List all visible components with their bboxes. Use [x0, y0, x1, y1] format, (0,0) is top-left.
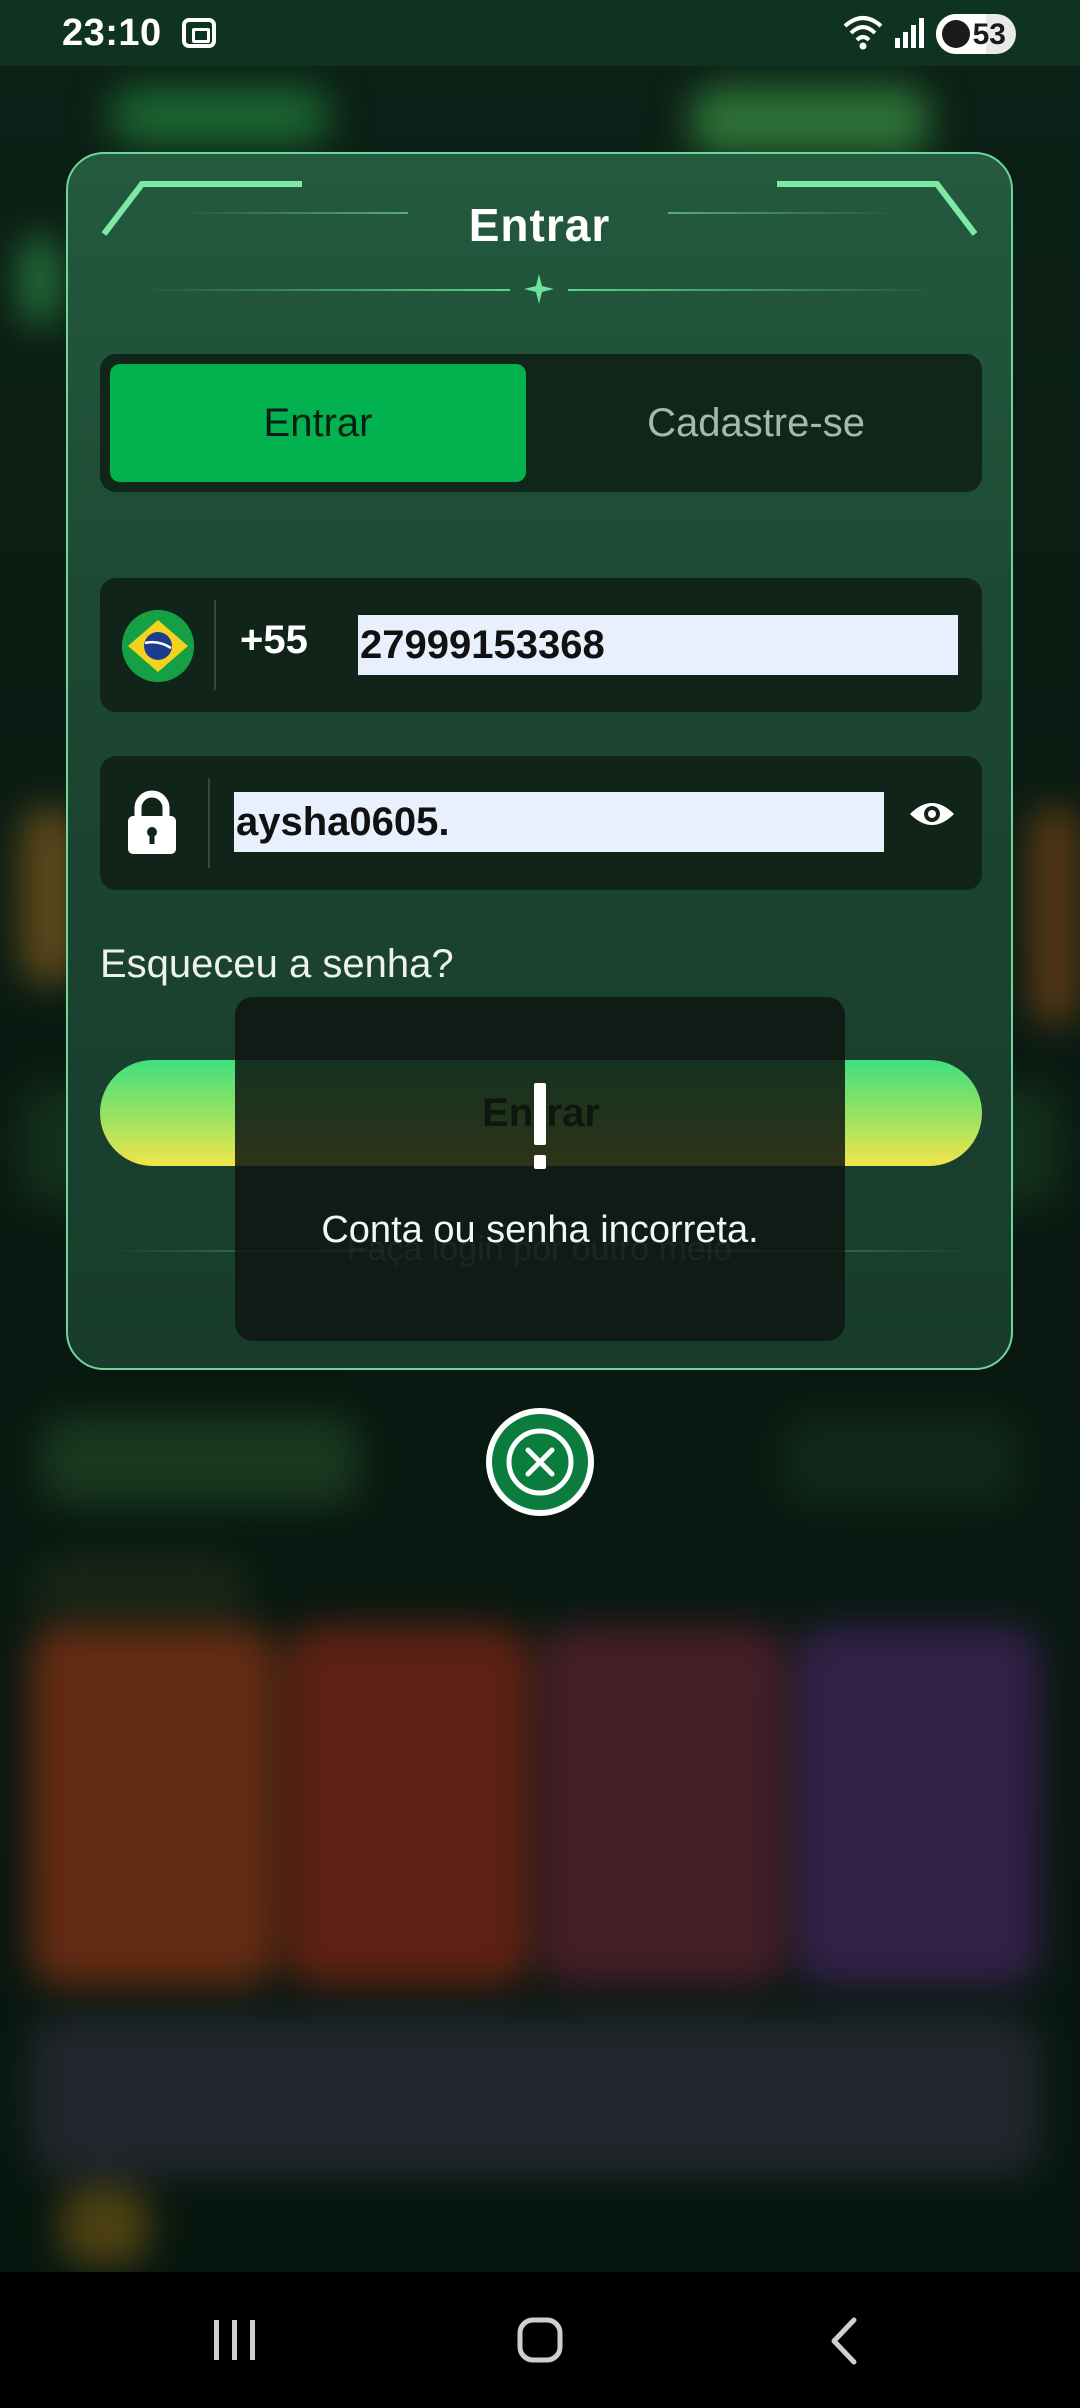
phone-input[interactable]: 27999153368: [358, 615, 958, 675]
phone-field: +55 27999153368: [100, 578, 982, 712]
back-icon[interactable]: [826, 2316, 860, 2366]
battery-icon: 53: [936, 14, 1016, 54]
brazil-flag-icon[interactable]: [122, 610, 194, 682]
password-field: aysha0605.: [100, 756, 982, 890]
divider: [208, 778, 210, 868]
tab-login[interactable]: Entrar: [110, 364, 526, 482]
tab-register[interactable]: Cadastre-se: [540, 364, 972, 482]
wifi-icon: [843, 16, 883, 50]
modal-title: Entrar: [468, 199, 611, 251]
exclamation-icon: [534, 1083, 546, 1169]
error-toast: Conta ou senha incorreta.: [235, 997, 845, 1341]
close-button[interactable]: [486, 1408, 594, 1516]
eye-icon[interactable]: [908, 798, 956, 830]
sparkle-icon: [524, 274, 554, 304]
forgot-password-link[interactable]: Esqueceu a senha?: [100, 942, 454, 987]
divider: [214, 600, 216, 690]
home-icon[interactable]: [516, 2316, 564, 2364]
navigation-bar: [0, 2272, 1080, 2408]
signal-icon: [895, 18, 924, 48]
auth-tabs: Entrar Cadastre-se: [100, 354, 982, 492]
close-icon: [506, 1428, 574, 1496]
title-underline: [568, 289, 938, 291]
screenshot-icon: [182, 18, 216, 48]
lock-icon: [128, 790, 176, 854]
battery-level: 53: [972, 18, 1006, 51]
password-input[interactable]: aysha0605.: [234, 792, 884, 852]
title-underline: [140, 289, 510, 291]
status-time: 23:10: [62, 12, 162, 54]
country-code[interactable]: +55: [240, 618, 308, 663]
toast-message: Conta ou senha incorreta.: [321, 1209, 759, 1251]
recent-apps-icon[interactable]: [212, 2318, 258, 2362]
status-bar: 23:10 53: [0, 0, 1080, 66]
